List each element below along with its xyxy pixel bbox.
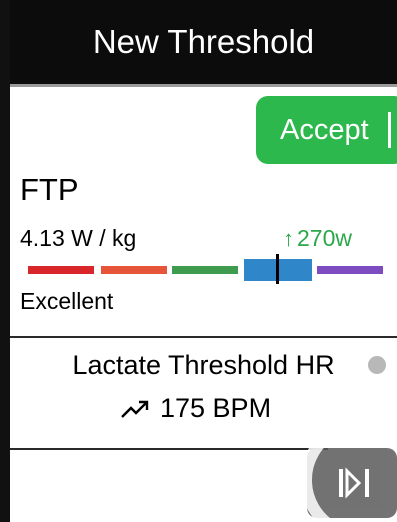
page-title: New Threshold [92,23,315,60]
zone-bar-5 [317,266,383,274]
accept-button-label: Accept [280,113,369,146]
page-header: New Threshold [10,0,397,84]
section-divider [10,336,397,338]
ftp-watts: ↑ 270w [283,225,352,252]
page-scroll-icon [339,467,369,499]
zone-bar-1 [28,266,94,274]
section-divider-2 [10,448,328,450]
ftp-title: FTP [20,172,79,207]
ftp-power-to-weight: 4.13 W / kg [20,225,137,251]
lthr-title: Lactate Threshold HR [72,350,335,380]
zone-bar-3 [172,266,238,274]
accept-button[interactable]: Accept [256,96,397,164]
device-screen: New Threshold Accept FTP 4.13 W / kg ↑ 2… [0,0,397,522]
up-arrow-icon: ↑ [283,225,294,251]
accept-button-divider [388,112,391,148]
ftp-zone-marker [276,254,279,284]
ftp-rating: Excellent [20,288,114,314]
header-divider [10,84,397,87]
screen-content: New Threshold Accept FTP 4.13 W / kg ↑ 2… [10,0,397,522]
status-dot-icon [368,356,386,374]
lthr-value: 175 BPM [160,393,272,423]
zone-bar-2 [101,266,167,274]
lthr-value-row: 175 BPM [120,393,271,424]
ftp-watts-value: 270w [297,225,352,251]
trending-up-icon [121,400,149,418]
page-scroll-button[interactable] [307,448,397,518]
